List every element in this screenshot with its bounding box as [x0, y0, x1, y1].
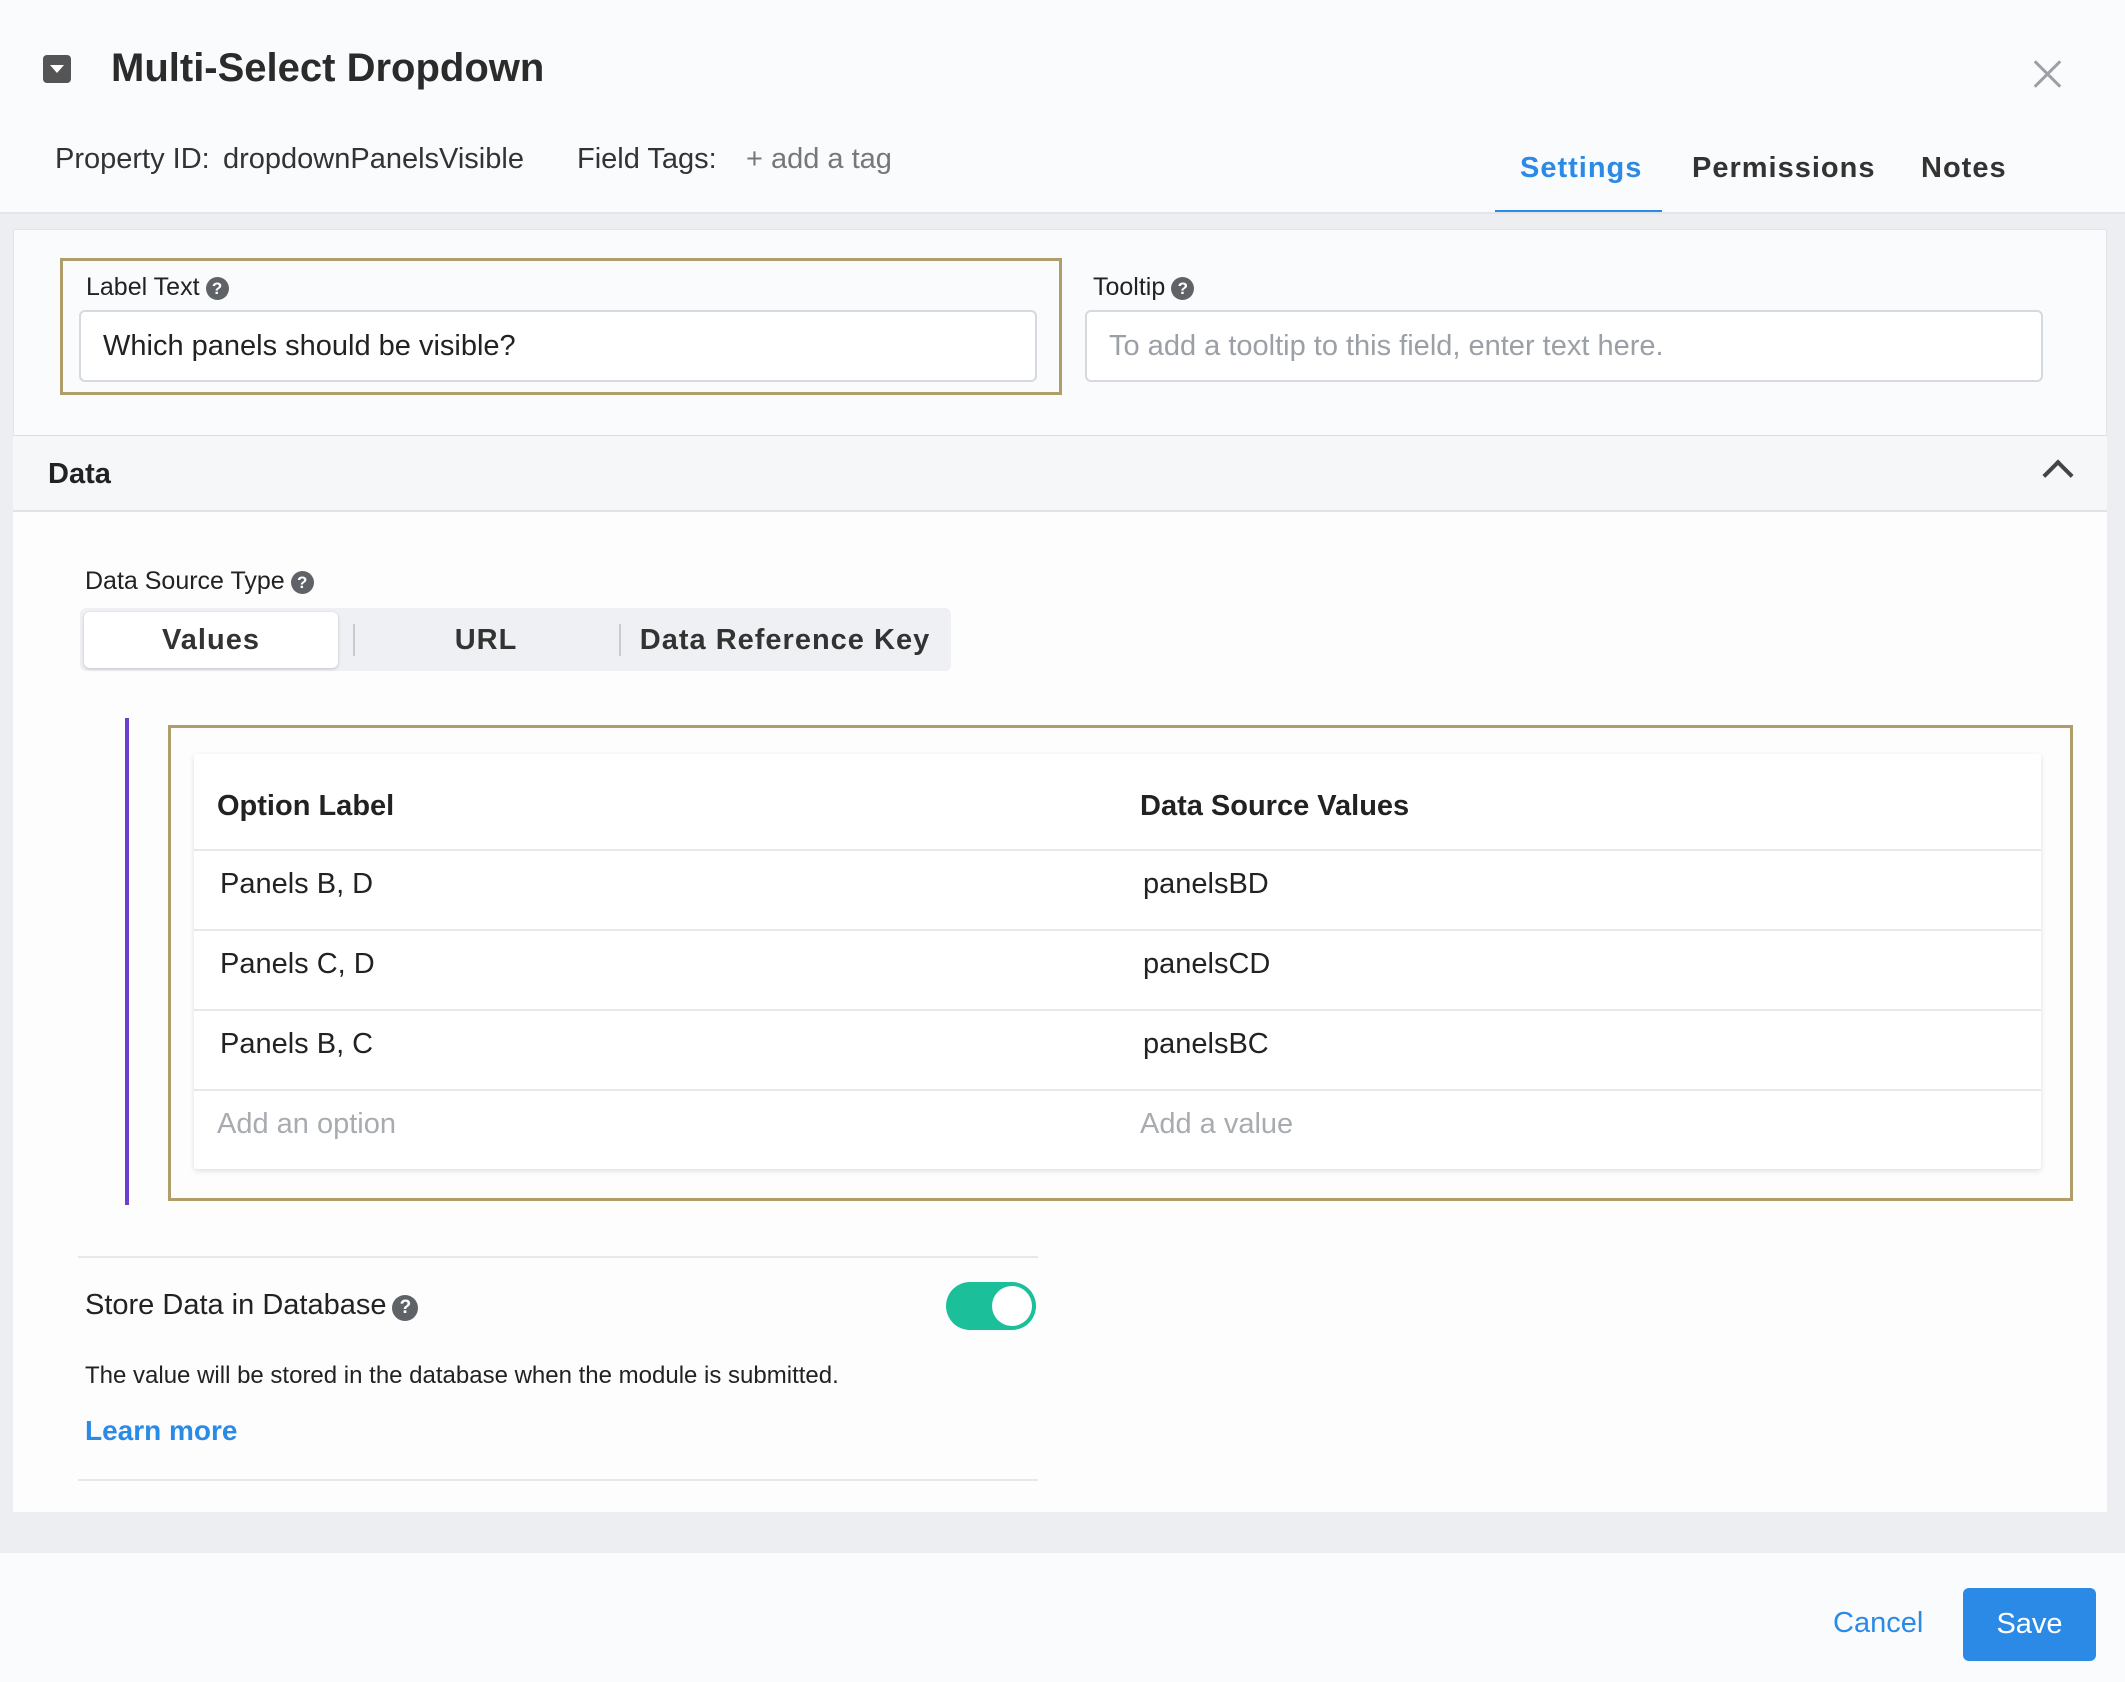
label-text-label-text: Label Text	[86, 273, 200, 301]
column-header-option-label: Option Label	[217, 790, 395, 822]
segment-values[interactable]: Values	[84, 612, 338, 668]
add-tag-link[interactable]: + add a tag	[746, 143, 892, 176]
help-icon[interactable]: ?	[290, 571, 314, 594]
row-divider	[194, 1009, 2041, 1011]
help-icon[interactable]: ?	[392, 1295, 419, 1321]
cancel-button[interactable]: Cancel	[1833, 1607, 1923, 1640]
toggle-knob	[992, 1286, 1032, 1326]
option-label-cell[interactable]: Panels B, C	[220, 1028, 373, 1061]
store-divider-bottom	[78, 1479, 1038, 1481]
option-label-cell[interactable]: Panels C, D	[220, 948, 375, 981]
help-icon[interactable]: ?	[1171, 277, 1195, 300]
data-section-header[interactable]: Data	[13, 436, 2107, 512]
store-divider-top	[78, 1256, 1038, 1258]
option-value-cell[interactable]: panelsBC	[1143, 1028, 1269, 1061]
options-table: Option Label Data Source Values Panels B…	[194, 754, 2041, 1169]
data-source-type-label: Data Source Type?	[85, 567, 314, 596]
segment-url[interactable]: URL	[356, 612, 616, 668]
property-id-label: Property ID:	[55, 143, 210, 175]
save-button[interactable]: Save	[1963, 1588, 2096, 1661]
row-divider	[194, 929, 2041, 931]
dropdown-type-icon	[43, 55, 71, 83]
option-value-cell[interactable]: panelsCD	[1143, 948, 1270, 981]
tab-notes[interactable]: Notes	[1921, 152, 2007, 185]
modal-footer: Cancel Save	[0, 1553, 2125, 1682]
column-header-data-source-values: Data Source Values	[1140, 790, 1410, 822]
option-value-cell[interactable]: panelsBD	[1143, 868, 1269, 901]
label-text-input[interactable]: Which panels should be visible?	[79, 310, 1037, 382]
store-data-toggle[interactable]	[946, 1282, 1036, 1330]
tooltip-input[interactable]: To add a tooltip to this field, enter te…	[1085, 310, 2043, 382]
data-source-type-label-text: Data Source Type	[85, 567, 285, 595]
tooltip-label: Tooltip?	[1093, 273, 1195, 302]
data-section: Data Data Source Type? Values URL Data R…	[13, 435, 2107, 1512]
label-text-label: Label Text?	[86, 273, 229, 302]
row-divider	[194, 849, 2041, 851]
segment-separator	[619, 624, 621, 656]
header-divider	[0, 212, 2125, 214]
data-section-title: Data	[48, 458, 111, 490]
segment-data-reference-key[interactable]: Data Reference Key	[623, 612, 947, 668]
store-data-label: Store Data in Database?	[85, 1289, 419, 1322]
add-value-input[interactable]: Add a value	[1140, 1108, 1293, 1141]
close-icon[interactable]	[2028, 54, 2068, 94]
learn-more-link[interactable]: Learn more	[85, 1415, 238, 1447]
data-source-type-segmented-control: Values URL Data Reference Key	[80, 608, 951, 671]
option-label-cell[interactable]: Panels B, D	[220, 868, 373, 901]
store-data-label-text: Store Data in Database	[85, 1289, 387, 1321]
chevron-up-icon[interactable]	[2042, 459, 2074, 491]
modal-title: Multi-Select Dropdown	[111, 46, 545, 90]
row-divider	[194, 1089, 2041, 1091]
tab-settings[interactable]: Settings	[1520, 152, 1642, 185]
segment-separator	[353, 624, 355, 656]
tab-permissions[interactable]: Permissions	[1692, 152, 1875, 185]
help-icon[interactable]: ?	[205, 277, 229, 300]
field-tags-label: Field Tags:	[577, 143, 717, 175]
modal-header: Multi-Select Dropdown Property ID: dropd…	[0, 0, 2125, 214]
nested-indicator-bar	[125, 718, 129, 1205]
add-option-input[interactable]: Add an option	[217, 1108, 396, 1141]
property-id-value: dropdownPanelsVisible	[223, 143, 524, 175]
store-data-description: The value will be stored in the database…	[85, 1362, 839, 1389]
tooltip-label-text: Tooltip	[1093, 273, 1166, 301]
